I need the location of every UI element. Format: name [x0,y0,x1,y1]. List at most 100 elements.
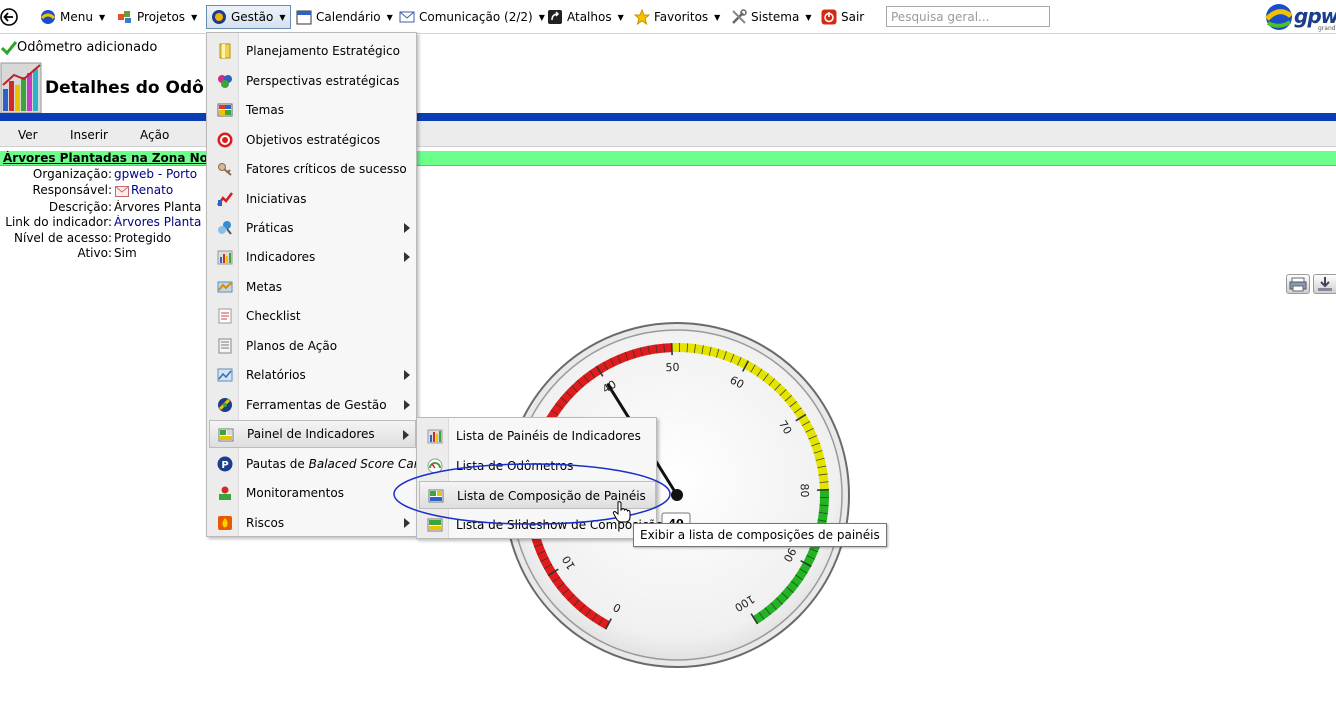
menu-calendario[interactable]: Calendário ▼ [296,6,393,28]
menu-item-label: Objetivos estratégicos [246,133,381,147]
menu-item-label: Planejamento Estratégico [246,44,400,58]
gpweb-logo: gpweb grande [1264,2,1336,32]
menu-item-monitoramentos[interactable]: Monitoramentos [209,479,416,507]
printer-icon [1289,277,1307,292]
target-icon [217,132,233,148]
field-nivel-acesso: Nível de acesso: Protegido [0,231,205,247]
exit-label: Sair [841,10,865,24]
download-icon [1318,277,1332,291]
calendar-icon [296,10,312,25]
risk-icon [218,516,232,530]
mail-icon[interactable] [115,186,129,197]
gauge-tick-label: 50 [665,361,679,374]
menu-comunicacao[interactable]: Comunicação (2/2) ▼ [399,6,545,28]
menu-item-label: Fatores críticos de sucesso [246,162,407,176]
menu-item-label: Relatórios [246,368,306,382]
chevron-down-icon: ▼ [98,12,106,22]
menu-item-práticas[interactable]: Práticas [209,214,416,242]
submenu-item-1[interactable]: Lista de Painéis de Indicadores [419,422,656,450]
action-plan-icon [218,338,232,354]
perspectives-icon [218,75,232,88]
menu-item-metas[interactable]: Metas [209,273,416,301]
chevron-down-icon: ▼ [386,12,393,22]
checklist-icon [218,308,232,324]
menu-item-pautas-de[interactable]: P Pautas de Balaced Score Card [209,450,426,478]
field-value[interactable]: gpweb - Porto [114,167,197,181]
menu-item-planos-de-ação[interactable]: Planos de Ação [209,332,416,360]
menu-main[interactable]: Menu ▼ [40,6,105,28]
menu-item-planejamento-estratégico[interactable]: Planejamento Estratégico [209,37,416,65]
gestao-icon [212,10,226,24]
menu-item-label: Temas [246,103,284,117]
indicator-chart-icon [0,62,42,113]
key-icon [218,163,232,176]
action-ver[interactable]: Ver [18,128,38,142]
star-icon [634,9,650,25]
tools-icon [732,9,747,24]
monitoring-icon [219,486,231,500]
title-divider [0,113,1336,121]
action-inserir[interactable]: Inserir [70,128,108,142]
field-value: Protegido [114,231,172,245]
menu-gestao[interactable]: Gestão ▼ [206,5,291,29]
menu-item-perspectivas-estratégicas[interactable]: Perspectivas estratégicas [209,67,416,95]
bsc-icon: P [217,456,233,472]
indicator-name[interactable]: Árvores Plantadas na Zona Norte [3,151,206,165]
practices-icon [218,221,232,235]
menu-item-label: Iniciativas [246,192,307,206]
submenu-arrow-icon [404,400,410,410]
submenu-arrow-icon [404,252,410,262]
chevron-down-icon: ▼ [191,12,198,22]
menu-item-label: Checklist [246,309,301,323]
field-value[interactable]: Árvores Planta [114,215,201,229]
menu-item-label: Indicadores [246,250,316,264]
export-button[interactable] [1313,274,1336,294]
themes-icon [217,103,233,117]
field-link-indicador: Link do indicador: Árvores Planta [0,215,205,231]
menu-item-riscos[interactable]: Riscos [209,509,416,537]
exit-button[interactable]: Sair [821,6,864,28]
gauge-tick-label: 80 [798,483,811,497]
gestao-dropdown-menu: Planejamento Estratégico Perspectivas est… [206,32,426,537]
submenu-arrow-icon [404,370,410,380]
field-responsavel: Responsável: Renato [0,183,205,199]
menu-projetos[interactable]: Projetos ▼ [117,6,197,28]
top-menubar: Menu ▼ Projetos ▼ Gestão ▼ Calendário ▼ Comu… [0,0,1336,34]
menu-atalhos[interactable]: Atalhos ▼ [547,6,624,28]
checkmark-icon [1,41,17,55]
field-label: Link do indicador: [5,215,112,229]
menu-item-label: Metas [246,280,283,294]
menu-item-ferramentas-de-gestão[interactable]: Ferramentas de Gestão [209,391,416,419]
menu-item-objetivos-estratégicos[interactable]: Objetivos estratégicos [209,126,416,154]
chevron-down-icon: ▼ [805,12,812,22]
menu-item-label: Riscos [246,516,285,530]
menu-item-label: Ferramentas de Gestão [246,398,387,412]
menu-item-fatores-críticos-de-sucesso[interactable]: Fatores críticos de sucesso [209,155,416,183]
menu-item-temas[interactable]: Temas [209,96,416,124]
chevron-down-icon: ▼ [538,12,545,22]
menu-item-checklist[interactable]: Checklist [209,302,416,330]
menu-sistema[interactable]: Sistema ▼ [731,6,812,28]
menu-favoritos[interactable]: Favoritos ▼ [634,6,720,28]
shortcut-icon [548,10,562,24]
logo-subtext: grande [1318,25,1336,32]
goals-icon [217,281,233,293]
menu-gestao-label: Gestão [231,10,274,24]
dashboard-icon [218,428,234,442]
menu-sistema-label: Sistema [751,10,800,24]
action-acao[interactable]: Ação [140,128,169,142]
field-label: Descrição: [48,200,112,214]
field-label: Responsável: [32,183,112,197]
menu-item-label-prefix: Pautas de [246,457,309,471]
menu-item-iniciativas[interactable]: Iniciativas [209,185,416,213]
search-input[interactable] [886,6,1050,27]
field-value[interactable]: Renato [131,183,173,197]
reports-icon [217,368,233,382]
menu-item-painel-de-indicadores[interactable]: Painel de Indicadores [209,420,416,448]
back-arrow-icon[interactable] [0,8,18,26]
field-organizacao: Organização: gpweb - Porto [0,167,205,183]
menu-item-indicadores[interactable]: Indicadores [209,243,416,271]
print-button[interactable] [1286,274,1310,294]
action-bar: Ver Inserir Ação [0,121,1336,147]
menu-item-relatórios[interactable]: Relatórios [209,361,416,389]
